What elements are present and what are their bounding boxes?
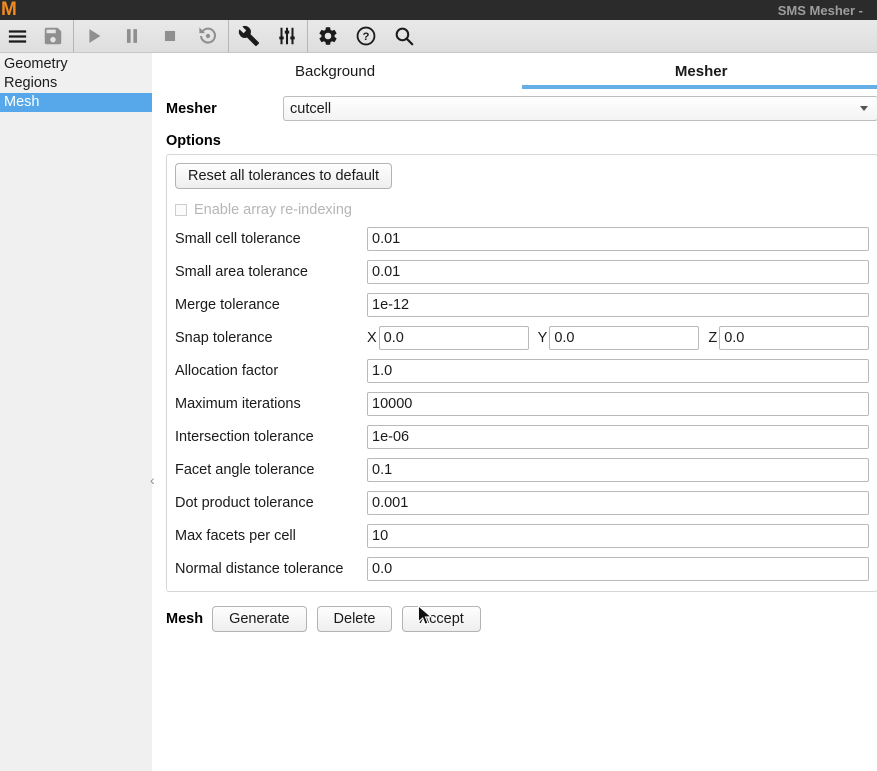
- options-heading: Options: [166, 133, 877, 149]
- play-button: [75, 20, 113, 52]
- menu-icon: [6, 25, 29, 48]
- search-button[interactable]: [385, 20, 423, 52]
- help-button[interactable]: ?: [347, 20, 385, 52]
- field-label: Dot product tolerance: [175, 495, 367, 511]
- mesher-combobox-value: cutcell: [290, 101, 331, 117]
- mesh-actions-label: Mesh: [166, 611, 203, 627]
- mesher-select-label: Mesher: [166, 101, 283, 117]
- merge-tolerance-input[interactable]: [367, 293, 869, 317]
- intersection-tolerance-input[interactable]: [367, 425, 869, 449]
- field-label: Maximum iterations: [175, 396, 367, 412]
- toolbar-separator: [73, 20, 74, 52]
- array-reindexing-row: Enable array re-indexing: [175, 202, 869, 218]
- field-label: Normal distance tolerance: [175, 561, 367, 577]
- field-row-small-area-tolerance: Small area tolerance: [175, 255, 869, 288]
- maximum-iterations-input[interactable]: [367, 392, 869, 416]
- sidebar-item-geometry[interactable]: Geometry: [0, 55, 152, 74]
- field-label: Snap tolerance: [175, 330, 367, 346]
- window-title: SMS Mesher -: [778, 3, 863, 18]
- pause-button: [113, 20, 151, 52]
- generate-button[interactable]: Generate: [212, 606, 306, 632]
- field-label: Facet angle tolerance: [175, 462, 367, 478]
- svg-text:?: ?: [363, 31, 370, 43]
- chevron-down-icon: [860, 106, 868, 111]
- sidebar-item-regions[interactable]: Regions: [0, 74, 152, 93]
- gear-icon: [317, 25, 339, 47]
- splitter-collapse-icon[interactable]: ‹: [150, 472, 155, 488]
- toolbar-separator: [307, 20, 308, 52]
- normal-distance-tolerance-input[interactable]: [367, 557, 869, 581]
- array-reindexing-checkbox: [175, 204, 187, 216]
- field-label: Small area tolerance: [175, 264, 367, 280]
- axis-label-y: Y: [538, 330, 548, 346]
- options-fields: Small cell tolerance Small area tolerance…: [175, 222, 869, 585]
- field-label: Intersection tolerance: [175, 429, 367, 445]
- sliders-button[interactable]: [268, 20, 306, 52]
- field-label: Merge tolerance: [175, 297, 367, 313]
- field-label: Allocation factor: [175, 363, 367, 379]
- options-groupbox: Reset all tolerances to default Enable a…: [166, 154, 877, 592]
- allocation-factor-input[interactable]: [367, 359, 869, 383]
- field-row-max-facets-per-cell: Max facets per cell: [175, 519, 869, 552]
- facet-angle-tolerance-input[interactable]: [367, 458, 869, 482]
- main-layout: GeometryRegionsMesh BackgroundMesher Mes…: [0, 53, 877, 771]
- field-row-snap-tolerance: Snap toleranceX Y Z: [175, 321, 869, 354]
- toolbar: ?: [0, 20, 877, 53]
- mesh-actions-row: Mesh Generate Delete Accept: [166, 606, 877, 632]
- play-icon: [83, 25, 105, 47]
- xyz-inputs: X Y Z: [367, 326, 869, 350]
- window-titlebar: M SMS Mesher -: [0, 0, 877, 20]
- wrench-icon: [238, 25, 260, 47]
- field-row-dot-product-tolerance: Dot product tolerance: [175, 486, 869, 519]
- field-row-normal-distance-tolerance: Normal distance tolerance: [175, 552, 869, 585]
- app-logo: M: [0, 1, 26, 19]
- gear-button[interactable]: [309, 20, 347, 52]
- stop-button: [151, 20, 189, 52]
- reset-tolerances-button[interactable]: Reset all tolerances to default: [175, 163, 392, 189]
- field-row-merge-tolerance: Merge tolerance: [175, 288, 869, 321]
- accept-button[interactable]: Accept: [402, 606, 480, 632]
- save-icon: [42, 25, 64, 47]
- field-row-facet-angle-tolerance: Facet angle tolerance: [175, 453, 869, 486]
- history-button: [189, 20, 227, 52]
- wrench-button[interactable]: [230, 20, 268, 52]
- sidebar-tree: GeometryRegionsMesh: [0, 53, 152, 771]
- main-panel: BackgroundMesher Mesher cutcell Options …: [152, 53, 877, 771]
- tab-bar: BackgroundMesher: [152, 53, 877, 89]
- mesher-select-row: Mesher cutcell: [166, 96, 877, 121]
- toolbar-separator: [228, 20, 229, 52]
- axis-label-x: X: [367, 330, 377, 346]
- mesher-combobox[interactable]: cutcell: [283, 96, 877, 121]
- field-row-intersection-tolerance: Intersection tolerance: [175, 420, 869, 453]
- snap-tolerance-z-input[interactable]: [719, 326, 869, 350]
- delete-button[interactable]: Delete: [317, 606, 393, 632]
- mesher-panel: Mesher cutcell Options Reset all toleran…: [152, 89, 877, 632]
- stop-icon: [159, 25, 181, 47]
- tab-mesher[interactable]: Mesher: [518, 53, 877, 89]
- active-tab-underline: [522, 85, 877, 89]
- axis-label-z: Z: [708, 330, 717, 346]
- dot-product-tolerance-input[interactable]: [367, 491, 869, 515]
- small-area-tolerance-input[interactable]: [367, 260, 869, 284]
- history-icon: [197, 25, 219, 47]
- max-facets-per-cell-input[interactable]: [367, 524, 869, 548]
- snap-tolerance-y-input[interactable]: [549, 326, 699, 350]
- field-row-small-cell-tolerance: Small cell tolerance: [175, 222, 869, 255]
- pause-icon: [121, 25, 143, 47]
- field-row-maximum-iterations: Maximum iterations: [175, 387, 869, 420]
- array-reindexing-label: Enable array re-indexing: [194, 202, 352, 218]
- sidebar-item-mesh[interactable]: Mesh: [0, 93, 152, 112]
- tab-background[interactable]: Background: [152, 53, 518, 89]
- field-label: Max facets per cell: [175, 528, 367, 544]
- small-cell-tolerance-input[interactable]: [367, 227, 869, 251]
- help-icon: ?: [355, 25, 377, 47]
- field-row-allocation-factor: Allocation factor: [175, 354, 869, 387]
- menu-button[interactable]: [0, 20, 34, 52]
- field-label: Small cell tolerance: [175, 231, 367, 247]
- sliders-icon: [276, 25, 298, 47]
- search-icon: [393, 25, 415, 47]
- snap-tolerance-x-input[interactable]: [379, 326, 529, 350]
- save-button: [34, 20, 72, 52]
